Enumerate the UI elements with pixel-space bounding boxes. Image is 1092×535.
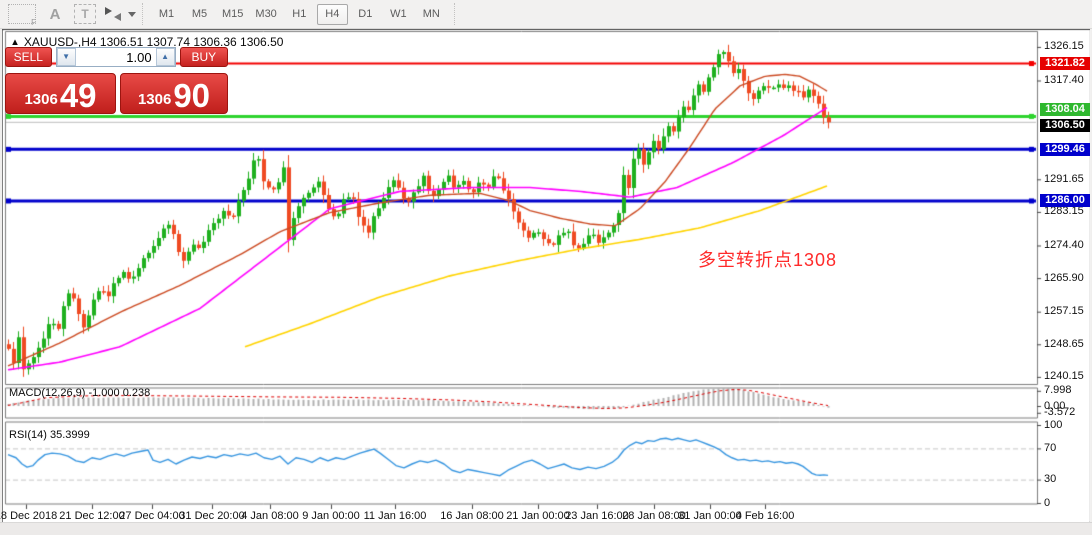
macd-indicator-label: MACD(12,26,9) -1.000 0.238 (9, 387, 150, 399)
rsi-axis-tick-label: 30 (1044, 473, 1056, 485)
volume-increase-button[interactable]: ▲ (156, 48, 175, 66)
date-axis-label: 18 Dec 2018 (0, 510, 57, 522)
date-axis-label: 11 Jan 16:00 (364, 510, 427, 522)
price-badge: 1308.04 (1040, 103, 1090, 116)
price-axis-tick-label: 1291.65 (1044, 173, 1084, 185)
rsi-indicator-label: RSI(14) 35.3999 (9, 429, 90, 441)
volume-stepper: ▼ ▲ (56, 47, 176, 67)
collapse-triangle-icon[interactable]: ▲ (10, 36, 20, 47)
price-badge: 1286.00 (1040, 194, 1090, 207)
date-axis-label: 31 Dec 20:00 (179, 510, 244, 522)
price-axis-tick-label: 1257.15 (1044, 305, 1084, 317)
sell-price-small: 1306 (24, 89, 57, 111)
sell-price-big: 49 (60, 81, 97, 111)
price-axis-tick-label: 1265.90 (1044, 272, 1084, 284)
price-axis-tick-label: 1274.40 (1044, 239, 1084, 251)
price-axis-tick-label: 1326.15 (1044, 40, 1084, 52)
one-click-trading-panel: SELL ▼ ▲ BUY 1306 49 1306 90 (5, 47, 228, 114)
price-axis-tick-label: 1248.65 (1044, 338, 1084, 350)
date-axis-label: 23 Jan 16:00 (565, 510, 629, 522)
rsi-axis-tick-label: 70 (1044, 442, 1056, 454)
buy-price-small: 1306 (138, 89, 171, 111)
volume-input[interactable] (76, 48, 156, 66)
chart-text-annotation: 多空转折点1308 (698, 246, 837, 272)
price-badge: 1299.46 (1040, 143, 1090, 156)
date-axis-label: 4 Jan 08:00 (241, 510, 299, 522)
buy-price-big: 90 (173, 81, 210, 111)
volume-decrease-button[interactable]: ▼ (57, 48, 76, 66)
date-axis-label: 27 Dec 04:00 (119, 510, 184, 522)
sell-price-display[interactable]: 1306 49 (5, 73, 116, 114)
price-axis-tick-label: 1240.15 (1044, 370, 1084, 382)
date-axis-label: 4 Feb 16:00 (736, 510, 795, 522)
rsi-axis-tick-label: 0 (1044, 497, 1050, 509)
date-axis-label: 9 Jan 00:00 (302, 510, 360, 522)
macd-axis-tick-label: 7.998 (1044, 384, 1072, 396)
date-axis-label: 28 Jan 08:00 (622, 510, 686, 522)
date-axis-label: 31 Jan 00:00 (678, 510, 742, 522)
date-axis-label: 16 Jan 08:00 (440, 510, 504, 522)
price-axis-tick-label: 1317.40 (1044, 74, 1084, 86)
macd-axis-tick-label: -3.572 (1044, 406, 1075, 418)
date-axis-label: 21 Jan 00:00 (506, 510, 570, 522)
price-badge: 1321.82 (1040, 57, 1090, 70)
price-badge: 1306.50 (1040, 119, 1090, 132)
date-axis-label: 21 Dec 12:00 (59, 510, 124, 522)
sell-button[interactable]: SELL (5, 47, 52, 67)
buy-button[interactable]: BUY (180, 47, 228, 67)
buy-price-display[interactable]: 1306 90 (120, 73, 228, 114)
rsi-axis-tick-label: 100 (1044, 419, 1062, 431)
